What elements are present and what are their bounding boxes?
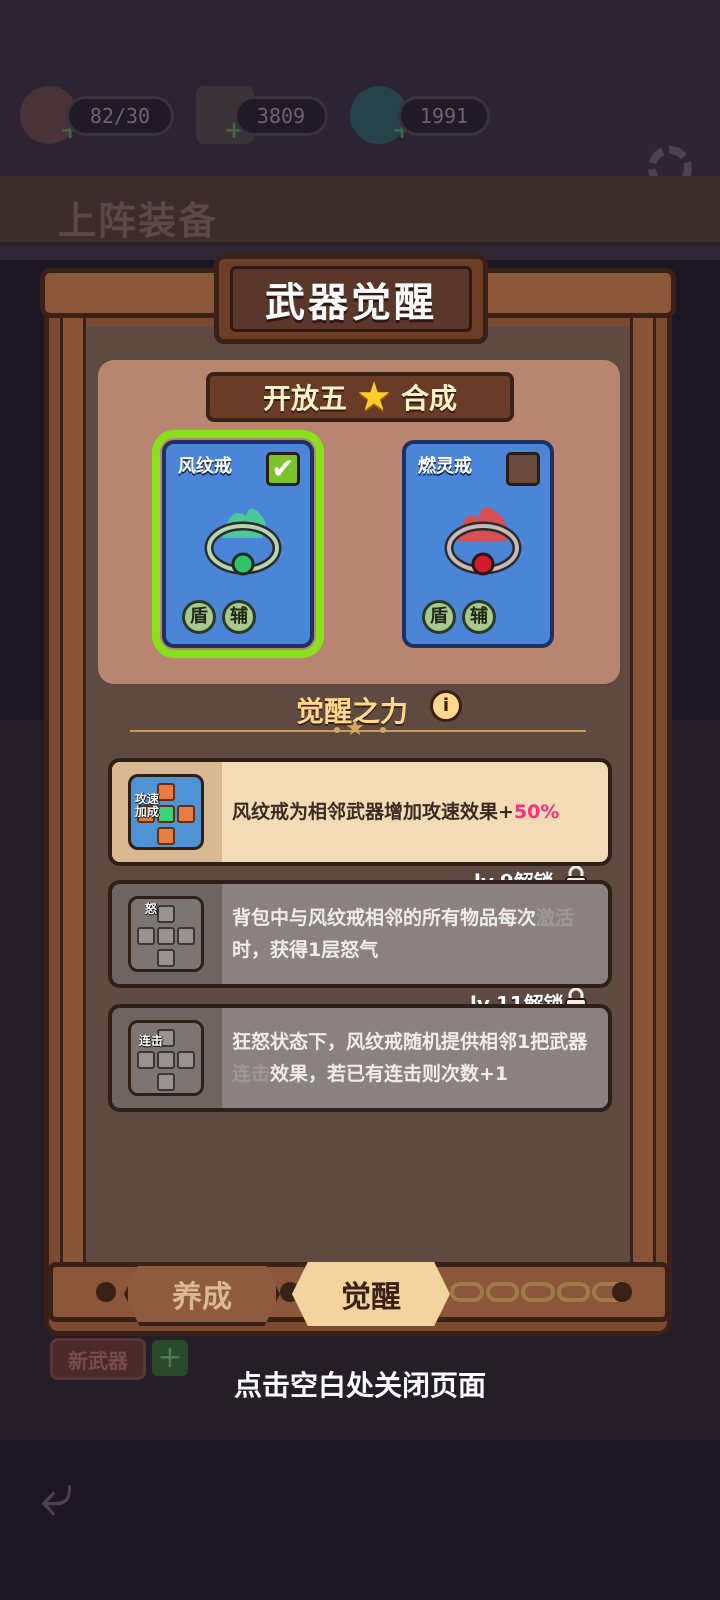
divider-dot <box>380 727 386 733</box>
tab-label: 觉醒 <box>341 1280 401 1315</box>
star-icon: ★ <box>345 716 365 741</box>
chain-decoration <box>450 1282 626 1306</box>
wind-ring-icon <box>204 508 282 576</box>
support-tag: 辅 <box>222 600 256 634</box>
card-name: 燃灵戒 <box>418 456 472 477</box>
effect-keyword: 激活 <box>536 907 575 929</box>
unlock-banner-post: 合成 <box>401 382 458 415</box>
resource2-counter: 3809 <box>234 96 328 136</box>
tab-label: 养成 <box>172 1280 232 1315</box>
combo-label: 连击 <box>139 1034 164 1048</box>
effect-row-combo: 连击 狂怒状态下，风纹戒随机提供相邻1把武器连击效果，若已有连击则次数+1 <box>108 1004 612 1112</box>
effect-keyword: 连击 <box>232 1063 271 1085</box>
title-inner: 武器觉醒 <box>230 266 472 332</box>
fire-ring-icon <box>444 507 522 576</box>
checkbox-unchecked[interactable] <box>506 452 540 486</box>
tab-awaken[interactable]: 觉醒 <box>292 1262 450 1326</box>
background-section-title: 上阵装备 <box>58 199 219 243</box>
effect-value: 50% <box>513 801 560 823</box>
rage-icon: 怒 <box>128 896 204 972</box>
effect-row-rage: 怒 背包中与风纹戒相邻的所有物品每次激活时，获得1层怒气 <box>108 880 612 988</box>
checkbox-checked[interactable]: ✔ <box>266 452 300 486</box>
unlock-banner-pre: 开放五 <box>262 382 347 415</box>
support-tag: 辅 <box>462 600 496 634</box>
panel-post-left <box>60 296 86 1296</box>
tab-bar-bolt <box>96 1282 116 1302</box>
effect-description: 风纹戒为相邻武器增加攻速效果+50% <box>232 801 560 823</box>
back-arrow-icon: ⤶ <box>40 1460 74 1530</box>
ring-card-fire[interactable]: 燃灵戒 盾 辅 <box>402 440 554 648</box>
unlock-banner: 开放五 ★ 合成 <box>206 372 514 422</box>
combo-icon: 连击 <box>128 1020 204 1096</box>
effect-description: 狂怒状态下，风纹戒随机提供相邻1把武器连击效果，若已有连击则次数+1 <box>232 1031 588 1085</box>
panel-title: 武器觉醒 <box>265 280 437 326</box>
divider-dot <box>334 727 340 733</box>
info-icon[interactable]: i <box>430 690 462 722</box>
shield-tag: 盾 <box>182 600 216 634</box>
stamina-counter: 82/30 <box>66 96 174 136</box>
tab-bar-bolt <box>612 1282 632 1302</box>
attack-speed-icon: 攻速 加成 <box>128 774 204 850</box>
effect-row-attack-speed: 攻速 加成 风纹戒为相邻武器增加攻速效果+50% <box>108 758 612 866</box>
close-hint[interactable]: 点击空白处关闭页面 <box>0 1364 720 1404</box>
ring-card-wind[interactable]: 风纹戒 ✔ 盾 辅 <box>152 430 324 658</box>
effect-description: 背包中与风纹戒相邻的所有物品每次激活时，获得1层怒气 <box>232 907 575 961</box>
star-icon: ★ <box>356 374 392 420</box>
panel-post-right <box>630 296 656 1296</box>
card-name: 风纹戒 <box>178 456 232 477</box>
resource3-counter: 1991 <box>398 96 490 136</box>
attack-speed-label: 攻速 加成 <box>135 792 160 819</box>
rage-label: 怒 <box>145 902 158 916</box>
tab-nurture[interactable]: 养成 <box>124 1262 280 1326</box>
shield-tag: 盾 <box>422 600 456 634</box>
